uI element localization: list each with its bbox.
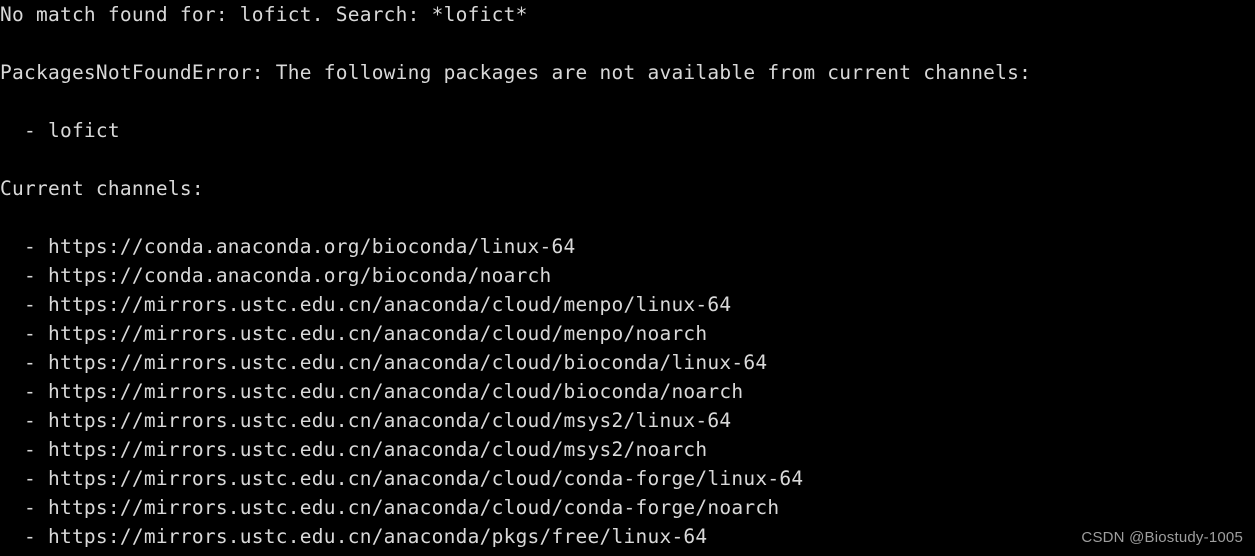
terminal-line: - https://conda.anaconda.org/bioconda/no… bbox=[0, 264, 552, 287]
terminal-line: - lofict bbox=[0, 119, 120, 142]
terminal-line: - https://mirrors.ustc.edu.cn/anaconda/c… bbox=[0, 351, 768, 374]
terminal-line: - https://mirrors.ustc.edu.cn/anaconda/p… bbox=[0, 525, 708, 548]
terminal-line: - https://mirrors.ustc.edu.cn/anaconda/c… bbox=[0, 293, 732, 316]
terminal-line: PackagesNotFoundError: The following pac… bbox=[0, 61, 1032, 84]
terminal-line: - https://conda.anaconda.org/bioconda/li… bbox=[0, 235, 576, 258]
terminal-line-list: No match found for: lofict. Search: *lof… bbox=[0, 0, 1255, 556]
terminal-line: - https://mirrors.ustc.edu.cn/anaconda/c… bbox=[0, 322, 708, 345]
terminal-line: - https://mirrors.ustc.edu.cn/anaconda/p… bbox=[0, 551, 1255, 556]
terminal-line: - https://mirrors.ustc.edu.cn/anaconda/c… bbox=[0, 467, 804, 490]
terminal-line: - https://mirrors.ustc.edu.cn/anaconda/c… bbox=[0, 380, 744, 403]
terminal-line: - https://mirrors.ustc.edu.cn/anaconda/c… bbox=[0, 409, 732, 432]
terminal-line: - https://mirrors.ustc.edu.cn/anaconda/c… bbox=[0, 496, 780, 519]
terminal-output-pane[interactable]: No match found for: lofict. Search: *lof… bbox=[0, 0, 1255, 556]
terminal-line: No match found for: lofict. Search: *lof… bbox=[0, 3, 528, 26]
csdn-watermark: CSDN @Biostudy-1005 bbox=[1081, 529, 1243, 546]
terminal-line: - https://mirrors.ustc.edu.cn/anaconda/c… bbox=[0, 438, 708, 461]
terminal-line: Current channels: bbox=[0, 177, 204, 200]
